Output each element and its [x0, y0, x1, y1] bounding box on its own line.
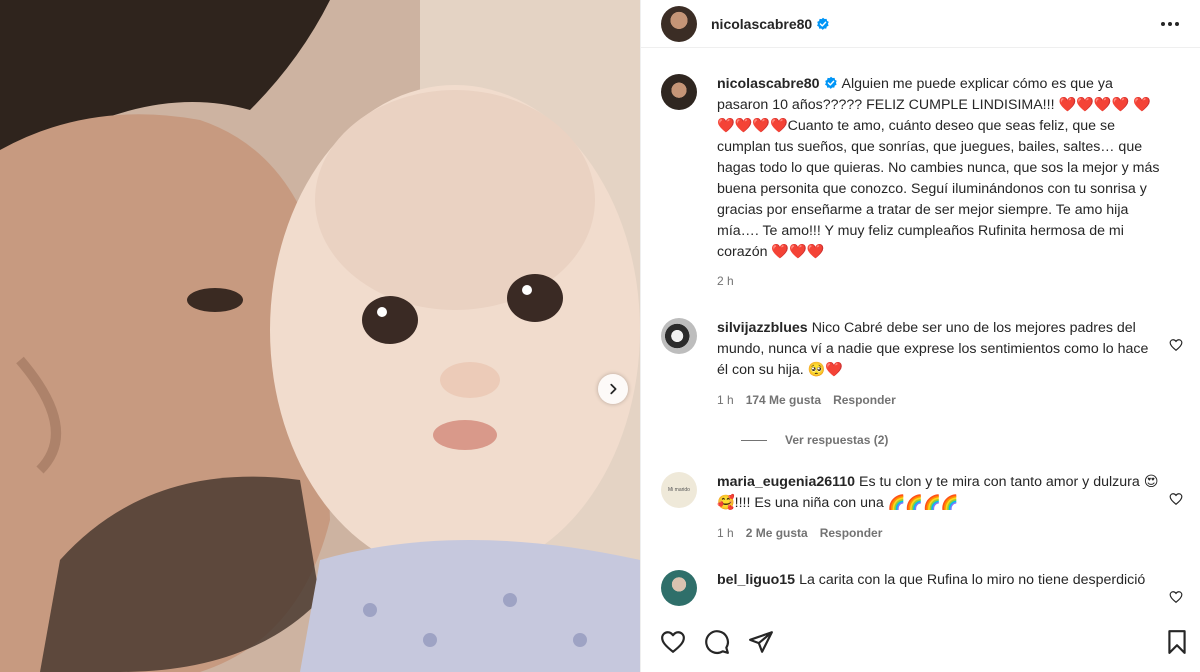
comment-username[interactable]: bel_liguo15 [717, 572, 795, 588]
view-replies-button[interactable]: Ver respuestas (2) [741, 433, 1183, 447]
like-button[interactable] [659, 628, 687, 656]
comment-body: bel_liguo15 La carita con la que Rufina l… [717, 570, 1161, 606]
comment-body: maria_eugenia26110 Es tu clon y te mira c… [717, 472, 1161, 544]
more-options-button[interactable] [1158, 12, 1182, 36]
bookmark-icon [1168, 630, 1186, 654]
comment-time[interactable]: 1 h [717, 390, 734, 411]
author-username[interactable]: nicolascabre80 [711, 16, 812, 32]
like-comment-heart-icon[interactable] [1169, 492, 1183, 506]
comments-list[interactable]: nicolascabre80 Alguien me puede explicar… [641, 60, 1200, 620]
post-photo[interactable] [0, 0, 640, 672]
post-header: nicolascabre80 [641, 0, 1200, 48]
verified-badge-icon [817, 17, 829, 30]
reply-button[interactable]: Responder [820, 523, 883, 544]
replies-divider [741, 439, 767, 441]
post-side-panel: nicolascabre80 nicolascabre80 Alguien me… [640, 0, 1200, 672]
author-avatar[interactable] [661, 74, 697, 110]
save-button[interactable] [1163, 628, 1191, 656]
comment-meta: 1 h 174 Me gusta Responder [717, 390, 1161, 411]
post-action-bar [641, 620, 1200, 664]
commenter-avatar[interactable] [661, 318, 697, 354]
share-icon [749, 631, 773, 653]
reply-button[interactable]: Responder [833, 390, 896, 411]
commenter-avatar[interactable]: Mi marido [661, 472, 697, 508]
next-photo-button[interactable] [598, 374, 628, 404]
caption-time[interactable]: 2 h [717, 271, 734, 292]
comment-item: silvijazzblues Nico Cabré debe ser uno de… [661, 318, 1183, 411]
caption-meta: 2 h [717, 271, 1161, 292]
comment-username[interactable]: maria_eugenia26110 [717, 474, 855, 490]
view-replies-label: Ver respuestas (2) [785, 433, 889, 447]
like-comment-heart-icon[interactable] [1169, 590, 1183, 604]
commenter-avatar[interactable] [661, 570, 697, 606]
verified-badge-icon [824, 76, 837, 89]
comment-username[interactable]: silvijazzblues [717, 320, 808, 336]
caption-body: nicolascabre80 Alguien me puede explicar… [717, 74, 1161, 292]
comment-meta: 1 h 2 Me gusta Responder [717, 523, 1161, 544]
caption: nicolascabre80 Alguien me puede explicar… [661, 74, 1183, 292]
next-arrow-icon [610, 383, 617, 395]
comment-item: Mi marido maria_eugenia26110 Es tu clon y… [661, 472, 1183, 544]
heart-icon [661, 631, 685, 653]
comment-likes[interactable]: 174 Me gusta [746, 390, 821, 411]
comment-item: bel_liguo15 La carita con la que Rufina l… [661, 570, 1183, 606]
comment-likes[interactable]: 2 Me gusta [746, 523, 808, 544]
author-avatar[interactable] [661, 5, 697, 42]
comment-body: silvijazzblues Nico Cabré debe ser uno de… [717, 318, 1161, 411]
like-comment-heart-icon[interactable] [1169, 338, 1183, 352]
caption-username[interactable]: nicolascabre80 [717, 76, 820, 92]
comment-time[interactable]: 1 h [717, 523, 734, 544]
share-button[interactable] [747, 628, 775, 656]
comment-icon [705, 630, 729, 654]
comment-button[interactable] [703, 628, 731, 656]
comment-text: La carita con la que Rufina lo miro no t… [799, 572, 1146, 588]
caption-text: Alguien me puede explicar cómo es que ya… [717, 76, 1160, 260]
avatar-text: Mi marido [668, 487, 690, 493]
more-options-icon [1161, 21, 1179, 26]
photo-father-and-baby [0, 0, 640, 672]
